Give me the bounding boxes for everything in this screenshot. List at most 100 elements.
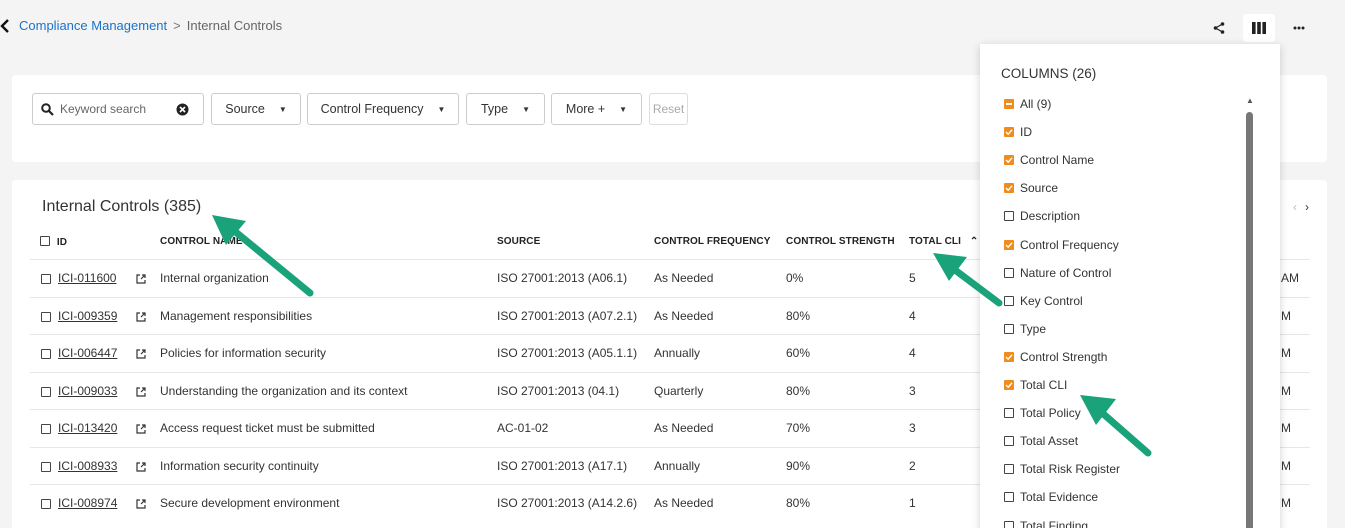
row-checkbox[interactable] [41, 424, 51, 434]
scroll-thumb[interactable] [1246, 112, 1253, 528]
row-checkbox[interactable] [41, 499, 51, 509]
source-filter-label: Source [225, 102, 265, 116]
row-total-cli: 4 [909, 308, 916, 323]
chevron-left-icon[interactable]: ‹ [1293, 200, 1297, 214]
row-control-strength: 80% [786, 383, 811, 398]
column-option[interactable]: Total CLI [1004, 375, 1067, 395]
columns-panel-scrollbar[interactable]: ▲ [1245, 96, 1255, 528]
column-option[interactable]: Control Name [1004, 150, 1094, 170]
back-chevron-icon[interactable] [0, 16, 10, 36]
column-option[interactable]: ID [1004, 122, 1032, 142]
column-checkbox[interactable] [1004, 351, 1014, 362]
row-control-strength: 60% [786, 346, 811, 360]
header-total-cli[interactable]: TOTAL CLI ⌃ [909, 236, 978, 247]
column-checkbox[interactable] [1004, 267, 1014, 278]
column-option-label: Control Strength [1020, 349, 1108, 364]
caret-down-icon: ▼ [522, 104, 531, 114]
column-checkbox[interactable] [1004, 99, 1014, 109]
column-option[interactable]: Source [1004, 178, 1058, 198]
row-control-strength: 80% [786, 308, 811, 323]
column-option[interactable]: Nature of Control [1004, 263, 1111, 283]
row-control-frequency: Annually [654, 346, 701, 360]
reset-button[interactable]: Reset [649, 93, 688, 125]
row-total-cli: 3 [909, 383, 916, 398]
top-actions [1203, 14, 1315, 42]
more-horizontal-icon[interactable] [1283, 14, 1315, 42]
external-link-icon[interactable] [136, 423, 146, 437]
sort-ascending-icon[interactable]: ⌃ [970, 236, 978, 247]
column-option[interactable]: All (9) [1004, 94, 1051, 114]
column-option[interactable]: Control Frequency [1004, 235, 1119, 255]
column-option[interactable]: Total Evidence [1004, 487, 1098, 507]
column-checkbox[interactable] [1004, 520, 1014, 528]
column-checkbox[interactable] [1004, 211, 1014, 222]
row-source: ISO 27001:2013 (A17.1) [497, 458, 628, 473]
column-option[interactable]: Total Finding [1004, 516, 1088, 528]
source-filter-dropdown[interactable]: Source ▼ [211, 93, 301, 125]
row-checkbox[interactable] [41, 311, 51, 322]
select-all-checkbox[interactable] [40, 236, 50, 246]
external-link-icon[interactable] [136, 273, 146, 287]
chevron-right-icon[interactable]: › [1305, 200, 1309, 214]
column-option[interactable]: Total Risk Register [1004, 459, 1120, 479]
column-checkbox[interactable] [1004, 295, 1014, 306]
columns-panel-title: COLUMNS (26) [1001, 66, 1097, 81]
row-id-link[interactable]: ICI-008974 [58, 496, 117, 510]
column-checkbox[interactable] [1004, 239, 1014, 250]
external-link-icon[interactable] [136, 348, 146, 362]
header-control-frequency[interactable]: CONTROL FREQUENCY [654, 236, 771, 247]
column-checkbox[interactable] [1004, 183, 1014, 194]
column-checkbox[interactable] [1004, 408, 1014, 419]
header-source[interactable]: SOURCE [497, 236, 540, 247]
column-checkbox[interactable] [1004, 436, 1014, 447]
external-link-icon[interactable] [136, 311, 146, 325]
columns-icon[interactable] [1243, 14, 1275, 42]
column-checkbox[interactable] [1004, 492, 1014, 503]
column-option[interactable]: Control Strength [1004, 347, 1107, 367]
type-filter-label: Type [480, 102, 509, 116]
control-frequency-filter-dropdown[interactable]: Control Frequency ▼ [307, 93, 459, 125]
external-link-icon[interactable] [136, 386, 146, 400]
clear-search-icon[interactable] [176, 103, 189, 116]
row-checkbox[interactable] [41, 349, 51, 359]
row-checkbox[interactable] [41, 461, 51, 472]
row-source: AC-01-02 [497, 421, 549, 435]
header-control-strength[interactable]: CONTROL STRENGTH [786, 236, 895, 247]
row-trailing-cell: M [1281, 458, 1291, 473]
column-checkbox[interactable] [1004, 323, 1014, 334]
scroll-up-icon[interactable]: ▲ [1246, 96, 1254, 105]
header-id-label: ID [56, 237, 68, 248]
row-id-link[interactable]: ICI-006447 [58, 346, 117, 360]
column-option[interactable]: Type [1004, 319, 1046, 339]
column-checkbox[interactable] [1004, 464, 1014, 475]
row-id-link[interactable]: ICI-009359 [58, 309, 117, 323]
row-checkbox[interactable] [41, 386, 51, 397]
share-icon[interactable] [1203, 14, 1235, 42]
row-control-name: Secure development environment [160, 496, 340, 510]
header-control-name[interactable]: CONTROL NAME [160, 236, 243, 247]
column-option[interactable]: Key Control [1004, 291, 1083, 311]
row-id-link[interactable]: ICI-013420 [58, 421, 117, 435]
column-option[interactable]: Total Asset [1004, 431, 1078, 451]
column-option-label: Total Asset [1020, 434, 1079, 449]
row-id-link[interactable]: ICI-011600 [58, 271, 116, 285]
more-filters-dropdown[interactable]: More + ▼ [551, 93, 642, 125]
external-link-icon[interactable] [136, 498, 146, 512]
search-input[interactable] [60, 102, 170, 116]
row-id-link[interactable]: ICI-009033 [58, 384, 117, 398]
row-source: ISO 27001:2013 (04.1) [497, 383, 620, 398]
column-option[interactable]: Description [1004, 206, 1080, 226]
type-filter-dropdown[interactable]: Type ▼ [466, 93, 545, 125]
column-checkbox[interactable] [1004, 155, 1014, 166]
column-checkbox[interactable] [1004, 127, 1014, 138]
column-checkbox[interactable] [1004, 380, 1014, 390]
row-checkbox[interactable] [41, 274, 51, 284]
row-id-link[interactable]: ICI-008933 [58, 459, 117, 473]
keyword-search[interactable] [32, 93, 204, 125]
row-control-frequency: Annually [654, 458, 701, 473]
breadcrumb-compliance-link[interactable]: Compliance Management [19, 18, 167, 33]
external-link-icon[interactable] [136, 461, 146, 475]
header-id[interactable]: ID [40, 236, 67, 248]
column-option-label: Total Risk Register [1020, 462, 1121, 477]
column-option[interactable]: Total Policy [1004, 403, 1081, 423]
